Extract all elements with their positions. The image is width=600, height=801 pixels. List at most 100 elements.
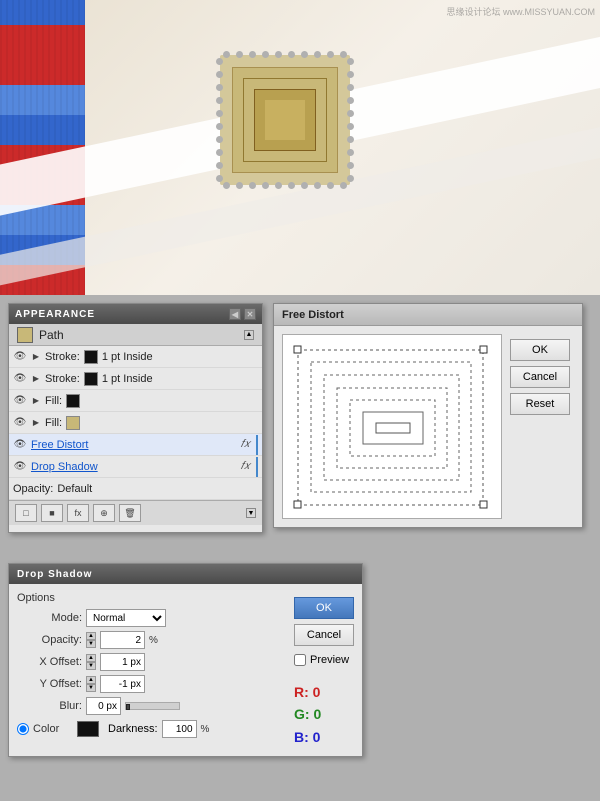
free-distort-cancel-btn[interactable]: Cancel bbox=[510, 366, 570, 388]
blur-slider-handle[interactable] bbox=[126, 704, 130, 710]
y-spin-down[interactable]: ▼ bbox=[86, 684, 96, 692]
appearance-row-free-distort[interactable]: 👁 Free Distort 𝑓𝑥 bbox=[9, 434, 262, 456]
y-offset-label: Y Offset: bbox=[17, 678, 82, 690]
darkness-label: Darkness: bbox=[108, 723, 158, 735]
preview-label: Preview bbox=[310, 654, 349, 666]
color-label: Color bbox=[33, 723, 73, 735]
expand-arrow-2[interactable]: ▶ bbox=[31, 374, 41, 384]
nested-squares-svg bbox=[283, 335, 502, 519]
middle-area: APPEARANCE ◀ ✕ Path ▲ 👁 ▶ Stroke: 1 pt I… bbox=[0, 295, 600, 555]
add-new-stroke-btn[interactable]: □ bbox=[15, 504, 37, 522]
y-offset-input[interactable] bbox=[100, 675, 145, 693]
fx-icon-1: 𝑓𝑥 bbox=[240, 438, 250, 451]
appearance-row-stroke-1[interactable]: 👁 ▶ Stroke: 1 pt Inside bbox=[9, 346, 262, 368]
rgb-r-label: R: 0 bbox=[294, 681, 321, 703]
opacity-row: Opacity: ▲ ▼ % bbox=[17, 631, 284, 649]
expand-arrow-1[interactable]: ▶ bbox=[31, 352, 41, 362]
fill-label-2: Fill: bbox=[45, 417, 62, 429]
free-distort-content: OK Cancel Reset bbox=[274, 326, 582, 527]
opacity-spin-up[interactable]: ▲ bbox=[86, 632, 96, 640]
free-distort-ok-btn[interactable]: OK bbox=[510, 339, 570, 361]
x-offset-spinner[interactable]: ▲ ▼ bbox=[86, 654, 96, 670]
y-offset-spinner[interactable]: ▲ ▼ bbox=[86, 676, 96, 692]
scroll-arrow-up[interactable]: ▲ bbox=[244, 330, 254, 340]
free-distort-reset-btn[interactable]: Reset bbox=[510, 393, 570, 415]
appearance-panel: APPEARANCE ◀ ✕ Path ▲ 👁 ▶ Stroke: 1 pt I… bbox=[8, 303, 263, 533]
opacity-spinner[interactable]: ▲ ▼ bbox=[86, 632, 96, 648]
opacity-spin-down[interactable]: ▼ bbox=[86, 640, 96, 648]
perforations-bottom bbox=[220, 182, 350, 189]
blur-input[interactable] bbox=[86, 697, 121, 715]
mode-row: Mode: Normal bbox=[17, 609, 284, 627]
y-offset-row: Y Offset: ▲ ▼ bbox=[17, 675, 284, 693]
visibility-icon-5[interactable]: 👁 bbox=[13, 438, 27, 452]
free-distort-buttons: OK Cancel Reset bbox=[510, 334, 570, 519]
darkness-input[interactable] bbox=[162, 720, 197, 738]
stamp-border-3 bbox=[254, 89, 316, 151]
darkness-unit: % bbox=[201, 724, 210, 735]
options-group-label: Options bbox=[17, 592, 284, 604]
free-distort-canvas[interactable] bbox=[282, 334, 502, 519]
appearance-titlebar: APPEARANCE ◀ ✕ bbox=[9, 304, 262, 324]
appearance-footer: □ ■ fx ⊕ 🗑 ▼ bbox=[9, 500, 262, 525]
stroke-swatch-1 bbox=[84, 350, 98, 364]
perforations-left bbox=[216, 55, 223, 185]
x-spin-down[interactable]: ▼ bbox=[86, 662, 96, 670]
free-distort-link[interactable]: Free Distort bbox=[31, 439, 88, 451]
stamp bbox=[220, 55, 350, 185]
rgb-values: R: 0 G: 0 B: 0 bbox=[294, 681, 321, 748]
visibility-icon-3[interactable]: 👁 bbox=[13, 394, 27, 408]
color-radio[interactable] bbox=[17, 723, 29, 735]
drop-shadow-body: Options Mode: Normal Opacity: ▲ ▼ bbox=[9, 584, 362, 756]
add-new-fill-btn[interactable]: ■ bbox=[41, 504, 63, 522]
fx-line-1 bbox=[256, 435, 258, 455]
stroke-swatch-2 bbox=[84, 372, 98, 386]
expand-arrow-3[interactable]: ▶ bbox=[31, 396, 41, 406]
fx-icon-2: 𝑓𝑥 bbox=[240, 460, 250, 473]
appearance-row-fill-2[interactable]: 👁 ▶ Fill: bbox=[9, 412, 262, 434]
x-spin-up[interactable]: ▲ bbox=[86, 654, 96, 662]
y-spin-up[interactable]: ▲ bbox=[86, 676, 96, 684]
delete-btn[interactable]: 🗑 bbox=[119, 504, 141, 522]
drop-shadow-ok-btn[interactable]: OK bbox=[294, 597, 354, 619]
scroll-arrow-down[interactable]: ▼ bbox=[246, 508, 256, 518]
mode-label: Mode: bbox=[17, 612, 82, 624]
mode-select[interactable]: Normal bbox=[86, 609, 166, 627]
blur-label: Blur: bbox=[17, 700, 82, 712]
duplicate-btn[interactable]: ⊕ bbox=[93, 504, 115, 522]
appearance-row-opacity[interactable]: Opacity: Default bbox=[9, 478, 262, 500]
panel-controls: ◀ ✕ bbox=[229, 308, 256, 320]
drop-shadow-link[interactable]: Drop Shadow bbox=[31, 461, 98, 473]
drop-shadow-panel: Drop Shadow Options Mode: Normal Opacity… bbox=[8, 563, 363, 757]
opacity-value: Default bbox=[57, 483, 92, 495]
visibility-icon-2[interactable]: 👁 bbox=[13, 372, 27, 386]
opacity-field-label: Opacity: bbox=[17, 634, 82, 646]
opacity-label: Opacity: bbox=[13, 483, 53, 495]
x-offset-row: X Offset: ▲ ▼ bbox=[17, 653, 284, 671]
panel-collapse-btn[interactable]: ◀ bbox=[229, 308, 241, 320]
blur-slider[interactable] bbox=[125, 702, 180, 710]
visibility-icon-1[interactable]: 👁 bbox=[13, 350, 27, 364]
path-thumbnail bbox=[17, 327, 33, 343]
panel-close-btn[interactable]: ✕ bbox=[244, 308, 256, 320]
stroke-label-1: Stroke: bbox=[45, 351, 80, 363]
fx-line-2 bbox=[256, 457, 258, 477]
x-offset-input[interactable] bbox=[100, 653, 145, 671]
appearance-row-fill-1[interactable]: 👁 ▶ Fill: bbox=[9, 390, 262, 412]
preview-row: Preview bbox=[294, 654, 349, 666]
fx-effects-btn[interactable]: fx bbox=[67, 504, 89, 522]
opacity-input[interactable] bbox=[100, 631, 145, 649]
stamp-center bbox=[265, 100, 305, 140]
visibility-icon-6[interactable]: 👁 bbox=[13, 460, 27, 474]
visibility-icon-4[interactable]: 👁 bbox=[13, 416, 27, 430]
expand-arrow-4[interactable]: ▶ bbox=[31, 418, 41, 428]
drop-shadow-right: OK Cancel Preview R: 0 G: 0 B: 0 bbox=[294, 592, 354, 748]
appearance-row-drop-shadow[interactable]: 👁 Drop Shadow 𝑓𝑥 bbox=[9, 456, 262, 478]
drop-shadow-cancel-btn[interactable]: Cancel bbox=[294, 624, 354, 646]
stamp-inner bbox=[232, 67, 338, 173]
color-row: Color Darkness: % bbox=[17, 720, 284, 738]
preview-checkbox[interactable] bbox=[294, 654, 306, 666]
free-distort-panel: Free Distort bbox=[273, 303, 583, 528]
appearance-row-stroke-2[interactable]: 👁 ▶ Stroke: 1 pt Inside bbox=[9, 368, 262, 390]
color-swatch[interactable] bbox=[77, 721, 99, 737]
